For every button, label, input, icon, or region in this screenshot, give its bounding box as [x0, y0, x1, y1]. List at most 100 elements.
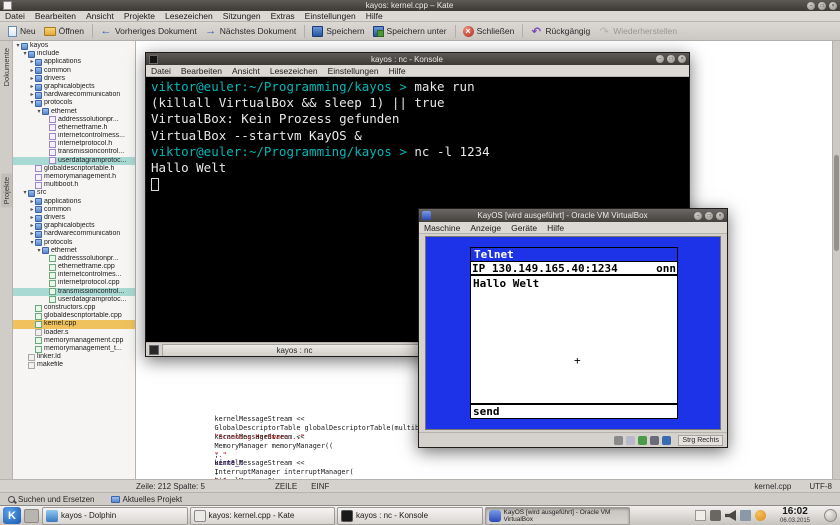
- guest-send-button[interactable]: send: [471, 403, 677, 418]
- tree-item[interactable]: memorymanagement_t...: [13, 345, 135, 353]
- menu-item[interactable]: Projekte: [119, 10, 160, 22]
- minimize-button[interactable]: −: [694, 212, 702, 220]
- menu-item[interactable]: Bearbeiten: [176, 65, 227, 77]
- editor-scrollbar-thumb[interactable]: [834, 155, 839, 251]
- new-tab-icon[interactable]: [149, 345, 159, 355]
- vm-status-device-icon[interactable]: [650, 436, 659, 445]
- maximize-button[interactable]: □: [818, 2, 826, 10]
- side-tool-tab[interactable]: Dokumente: [1, 45, 12, 89]
- tree-item[interactable]: common: [13, 67, 135, 75]
- guest-ip-value[interactable]: 130.149.165.40:1234: [492, 262, 618, 275]
- tree-item[interactable]: common: [13, 206, 135, 214]
- tree-item[interactable]: internetcontrolmes...: [13, 271, 135, 279]
- tree-item[interactable]: ethernetframe.h: [13, 124, 135, 132]
- menu-item[interactable]: Hilfe: [361, 10, 388, 22]
- taskbar-task[interactable]: KayOS [wird ausgeführt] - Oracle VM Virt…: [485, 507, 631, 525]
- vm-screen[interactable]: Telnet IP 130.149.165.40:1234 onn Hallo …: [425, 236, 721, 430]
- tree-item[interactable]: ethernet: [13, 108, 135, 116]
- tree-item[interactable]: drivers: [13, 214, 135, 222]
- side-tool-tab[interactable]: Projekte: [1, 174, 12, 208]
- tree-item[interactable]: memorymanagement.h: [13, 173, 135, 181]
- menu-item[interactable]: Bearbeiten: [30, 10, 81, 22]
- tree-item[interactable]: kayos: [13, 42, 135, 50]
- menu-item[interactable]: Lesezeichen: [160, 10, 218, 22]
- vm-status-device-icon[interactable]: [614, 436, 623, 445]
- tree-item[interactable]: ethernet: [13, 247, 135, 255]
- tree-item[interactable]: userdatagramprotoc...: [13, 157, 135, 165]
- tree-item[interactable]: makefile: [13, 361, 135, 369]
- application-launcher-icon[interactable]: K: [3, 507, 21, 524]
- tree-item[interactable]: addresssolutionpr...: [13, 255, 135, 263]
- tree-item[interactable]: src: [13, 189, 135, 197]
- tree-item[interactable]: transmissioncontrol...: [13, 148, 135, 156]
- tray-icon[interactable]: [725, 510, 736, 521]
- tree-item[interactable]: memorymanagement.cpp: [13, 337, 135, 345]
- menu-item[interactable]: Einstellungen: [323, 65, 384, 77]
- menu-item[interactable]: Lesezeichen: [265, 65, 323, 77]
- tree-item[interactable]: internetprotocol.h: [13, 140, 135, 148]
- tree-item[interactable]: protocols: [13, 99, 135, 107]
- tray-icon[interactable]: [740, 510, 751, 521]
- tree-item[interactable]: applications: [13, 58, 135, 66]
- minimize-button[interactable]: −: [656, 55, 664, 63]
- minimize-button[interactable]: −: [807, 2, 815, 10]
- toolbar-button[interactable]: Nächstes Dokument: [201, 24, 301, 38]
- vm-status-device-icon[interactable]: [626, 436, 635, 445]
- code-line[interactable]: kernelMessageStream << "Scanning Hardwar…: [149, 398, 464, 407]
- vm-status-device-icon[interactable]: [638, 436, 647, 445]
- menu-item[interactable]: Datei: [0, 10, 30, 22]
- tree-item[interactable]: include: [13, 50, 135, 58]
- guest-connect-button-fragment[interactable]: onn: [656, 262, 676, 275]
- tray-icon[interactable]: [755, 510, 766, 521]
- close-button[interactable]: ×: [678, 55, 686, 63]
- menu-item[interactable]: Maschine: [419, 222, 465, 234]
- toolbar-button[interactable]: Neu: [4, 25, 40, 38]
- tree-item[interactable]: applications: [13, 198, 135, 206]
- editor-code-block[interactable]: kernelMessageStream << "Scanning Hardwar…: [149, 398, 464, 477]
- tree-item[interactable]: multiboot.h: [13, 181, 135, 189]
- tree-item[interactable]: kernel.cpp: [13, 320, 135, 328]
- tree-item[interactable]: internetprotocol.cpp: [13, 279, 135, 287]
- tray-icon[interactable]: [710, 510, 721, 521]
- guest-ip-row[interactable]: IP 130.149.165.40:1234 onn: [471, 262, 677, 276]
- menu-item[interactable]: Anzeige: [465, 222, 506, 234]
- desktop-pager-icon[interactable]: [24, 509, 39, 523]
- maximize-button[interactable]: □: [667, 55, 675, 63]
- tree-item[interactable]: constructors.cpp: [13, 304, 135, 312]
- terminal-tab[interactable]: kayos : nc: [162, 344, 427, 356]
- menu-item[interactable]: Geräte: [506, 222, 542, 234]
- toolbar-button[interactable]: Speichern: [304, 25, 368, 38]
- toolbar-button[interactable]: Speichern unter: [369, 25, 451, 38]
- tree-item[interactable]: userdatagramprotoc...: [13, 296, 135, 304]
- tree-item[interactable]: ethernetframe.cpp: [13, 263, 135, 271]
- toolbar-button[interactable]: Vorheriges Dokument: [92, 24, 201, 38]
- toolbar-button[interactable]: Wiederherstellen: [594, 24, 681, 38]
- menu-item[interactable]: Extras: [266, 10, 300, 22]
- tree-item[interactable]: hardwarecommunication: [13, 91, 135, 99]
- vm-status-device-icon[interactable]: [662, 436, 671, 445]
- toolbar-button[interactable]: Rückgängig: [522, 24, 594, 38]
- tree-item[interactable]: addresssolutionpr...: [13, 116, 135, 124]
- tree-item[interactable]: graphicalobjects: [13, 83, 135, 91]
- close-button[interactable]: ×: [716, 212, 724, 220]
- maximize-button[interactable]: □: [705, 212, 713, 220]
- close-button[interactable]: ×: [829, 2, 837, 10]
- tree-item[interactable]: drivers: [13, 75, 135, 83]
- menu-item[interactable]: Hilfe: [384, 65, 411, 77]
- taskbar-task[interactable]: kayos : nc - Konsole: [337, 507, 483, 525]
- panel-settings-icon[interactable]: [824, 509, 837, 522]
- toolbar-button[interactable]: Schließen: [455, 25, 519, 38]
- tree-item[interactable]: internetcontrolmess...: [13, 132, 135, 140]
- toolview-button[interactable]: Suchen und Ersetzen: [4, 495, 99, 504]
- tree-item[interactable]: globaldescriptortable.h: [13, 165, 135, 173]
- tree-item[interactable]: loader.s: [13, 329, 135, 337]
- menu-item[interactable]: Ansicht: [227, 65, 265, 77]
- taskbar-task[interactable]: kayos: kernel.cpp - Kate: [190, 507, 336, 525]
- tree-item[interactable]: linker.ld: [13, 353, 135, 361]
- digital-clock[interactable]: 16:02 06.03.2015: [769, 507, 821, 524]
- menu-item[interactable]: Einstellungen: [300, 10, 361, 22]
- tree-item[interactable]: transmissioncontrol...: [13, 288, 135, 296]
- menu-item[interactable]: Sitzungen: [218, 10, 266, 22]
- editor-scrollbar[interactable]: [832, 41, 840, 479]
- menu-item[interactable]: Datei: [146, 65, 176, 77]
